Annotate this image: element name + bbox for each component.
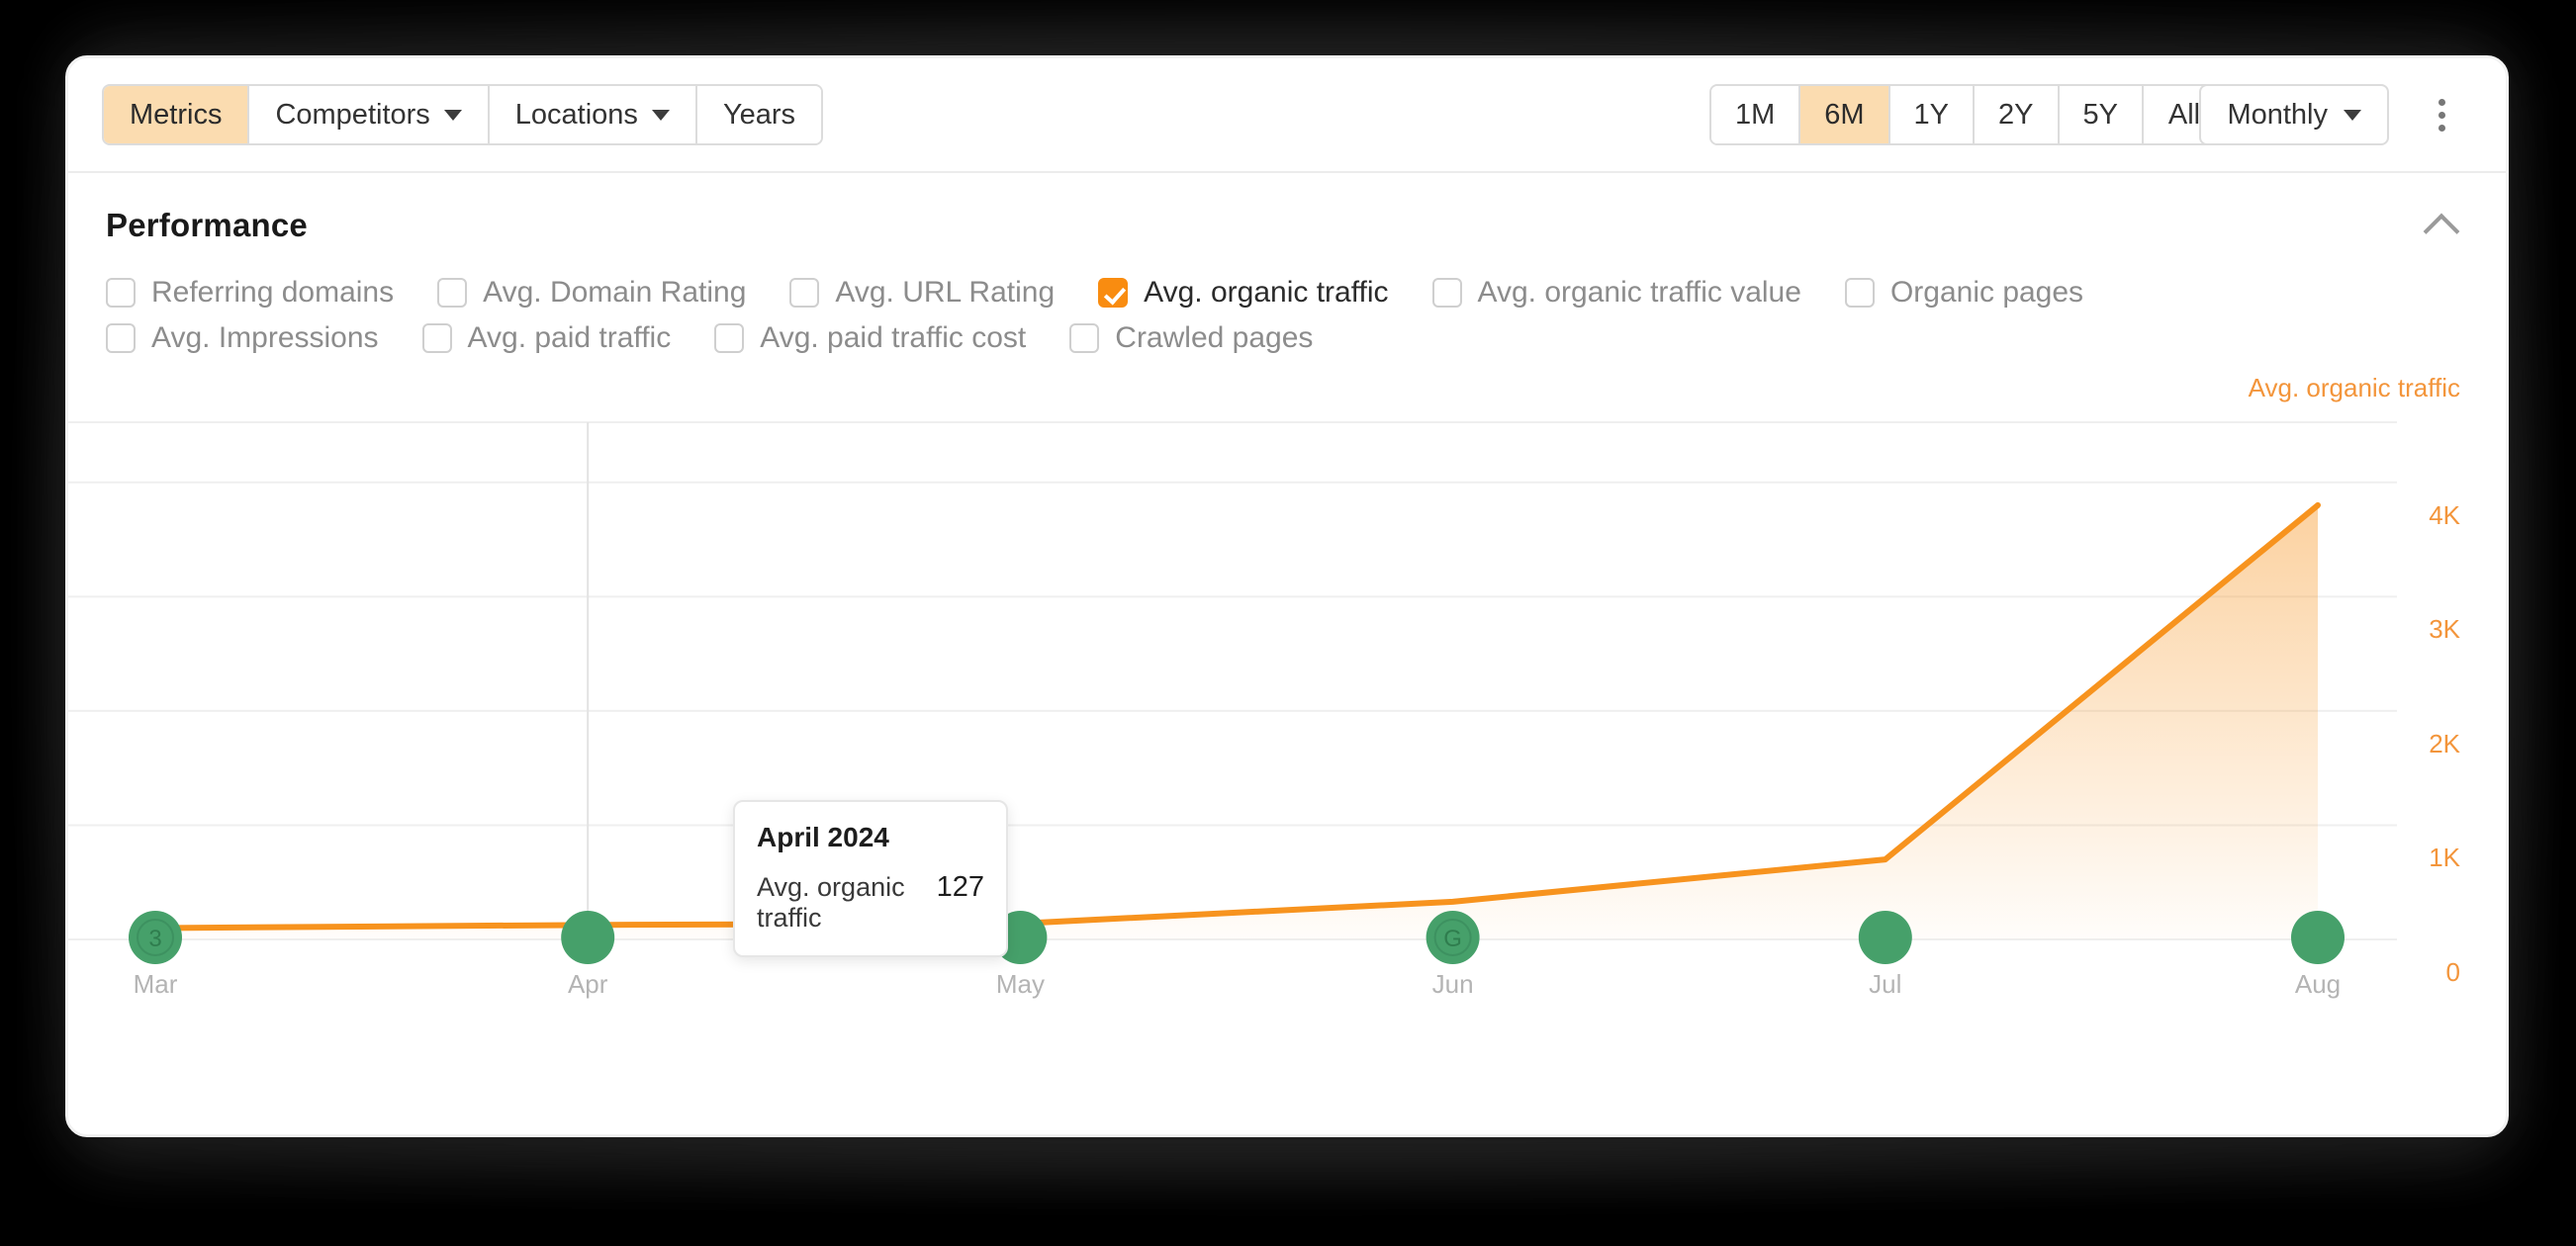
kebab-dot [2438,124,2445,132]
x-axis-tick: Aug [2294,969,2342,999]
checkbox-icon [1069,323,1100,353]
range-2y-label: 2Y [1998,98,2034,131]
y-axis-tick: 0 [2445,957,2460,987]
granularity-dropdown[interactable]: Monthly [2199,84,2389,145]
tab-metrics-label: Metrics [130,98,223,131]
range-6m-label: 6M [1824,98,1865,131]
metric-avg-paid-traffic[interactable]: Avg. paid traffic [421,321,672,355]
range-2y[interactable]: 2Y [1975,86,2060,143]
range-1y-label: 1Y [1913,98,1950,131]
svg-text:3: 3 [148,926,161,952]
checkbox-icon [1844,278,1875,308]
screenshot-root: Metrics Competitors Locations Years 1M 6… [0,0,2576,1246]
kebab-dot [2438,98,2445,106]
metric-label: Avg. Domain Rating [483,276,747,309]
metric-avg-paid-traffic-cost[interactable]: Avg. paid traffic cost [714,321,1026,355]
x-axis-tick: May [995,969,1045,999]
chart-tooltip: April 2024 Avg. organic traffic 127 [733,800,1008,957]
view-tabs: Metrics Competitors Locations Years [102,84,824,145]
x-axis-tick: Jun [1431,969,1474,999]
performance-chart: Avg. organic traffic 3G 0 1K 2K 3K 4K Mar Apr M… [68,373,2506,1045]
granularity-value: Monthly [2227,98,2328,131]
checkbox-icon [106,323,136,353]
svg-text:G: G [1443,926,1462,952]
performance-card: Metrics Competitors Locations Years 1M 6… [65,55,2509,1137]
tooltip-metric-value: 127 [936,871,984,903]
metric-row-2: Avg. Impressions Avg. paid traffic Avg. … [106,321,2468,355]
metric-organic-pages[interactable]: Organic pages [1844,276,2084,310]
chevron-down-icon [2344,109,2361,121]
tab-years-label: Years [722,98,796,131]
checkbox-icon [714,323,745,353]
range-5y[interactable]: 5Y [2059,86,2144,143]
metric-avg-impressions[interactable]: Avg. Impressions [106,321,379,355]
checkbox-icon [106,278,136,308]
range-1y[interactable]: 1Y [1889,86,1976,143]
checkbox-icon [421,323,452,353]
tooltip-row: Avg. organic traffic 127 [757,871,984,934]
tab-competitors-label: Competitors [275,98,430,131]
metric-avg-url-rating[interactable]: Avg. URL Rating [789,276,1055,310]
metric-label: Crawled pages [1115,321,1314,354]
metric-label: Organic pages [1889,276,2084,309]
x-axis-tick: Apr [567,969,608,999]
tooltip-metric-label: Avg. organic traffic [757,872,905,933]
metric-label: Referring domains [151,276,395,309]
tab-years[interactable]: Years [696,86,822,143]
metric-avg-domain-rating[interactable]: Avg. Domain Rating [437,276,746,310]
page-title: Performance [106,207,308,243]
chevron-down-icon [443,109,462,121]
tooltip-title: April 2024 [757,822,889,852]
metric-label: Avg. paid traffic [467,321,672,354]
range-1m-label: 1M [1734,98,1776,131]
y-axis-tick: 4K [2429,499,2460,530]
section-header: Performance [68,173,2506,250]
range-1m[interactable]: 1M [1710,86,1801,143]
date-range-selector: 1M 6M 1Y 2Y 5Y All [1708,84,2227,145]
chart-svg: 3G [68,421,2397,964]
chevron-down-icon [651,109,670,121]
x-axis-tick: Jul [1869,969,1902,999]
range-6m[interactable]: 6M [1800,86,1890,143]
checkbox-icon [789,278,820,308]
checkbox-checked-icon [1098,278,1129,308]
metric-avg-organic-traffic[interactable]: Avg. organic traffic [1098,276,1389,310]
range-5y-label: 5Y [2082,98,2118,131]
checkbox-icon [1431,278,1462,308]
y-axis-tick: 1K [2429,843,2460,873]
tab-locations-label: Locations [514,98,638,131]
chart-plot-area[interactable]: 3G 0 1K 2K 3K 4K Mar Apr May Jun Jul Aug [68,418,2506,1012]
range-all-label: All [2167,98,2201,131]
metric-label: Avg. organic traffic [1144,276,1389,309]
metric-avg-organic-traffic-value[interactable]: Avg. organic traffic value [1431,276,1801,310]
metric-label: Avg. paid traffic cost [760,321,1027,354]
y-axis-tick: 2K [2429,728,2460,758]
y-axis-tick: 3K [2429,614,2460,645]
kebab-dot [2438,111,2445,119]
chart-series-label: Avg. organic traffic [2248,373,2460,402]
metric-referring-domains[interactable]: Referring domains [106,276,394,310]
metric-row-1: Referring domains Avg. Domain Rating Avg… [106,276,2468,310]
checkbox-icon [437,278,468,308]
metric-label: Avg. URL Rating [835,276,1056,309]
metric-crawled-pages[interactable]: Crawled pages [1069,321,1313,355]
tab-competitors[interactable]: Competitors [249,86,490,143]
chevron-up-icon[interactable] [2425,207,2458,240]
metric-toggles: Referring domains Avg. Domain Rating Avg… [68,250,2506,355]
toolbar: Metrics Competitors Locations Years 1M 6… [68,58,2506,173]
x-axis-tick: Mar [133,969,178,999]
tab-locations[interactable]: Locations [489,86,697,143]
metric-label: Avg. organic traffic value [1477,276,1801,309]
metric-label: Avg. Impressions [151,321,379,354]
tab-metrics[interactable]: Metrics [104,86,250,143]
more-options-button[interactable] [2415,88,2468,141]
